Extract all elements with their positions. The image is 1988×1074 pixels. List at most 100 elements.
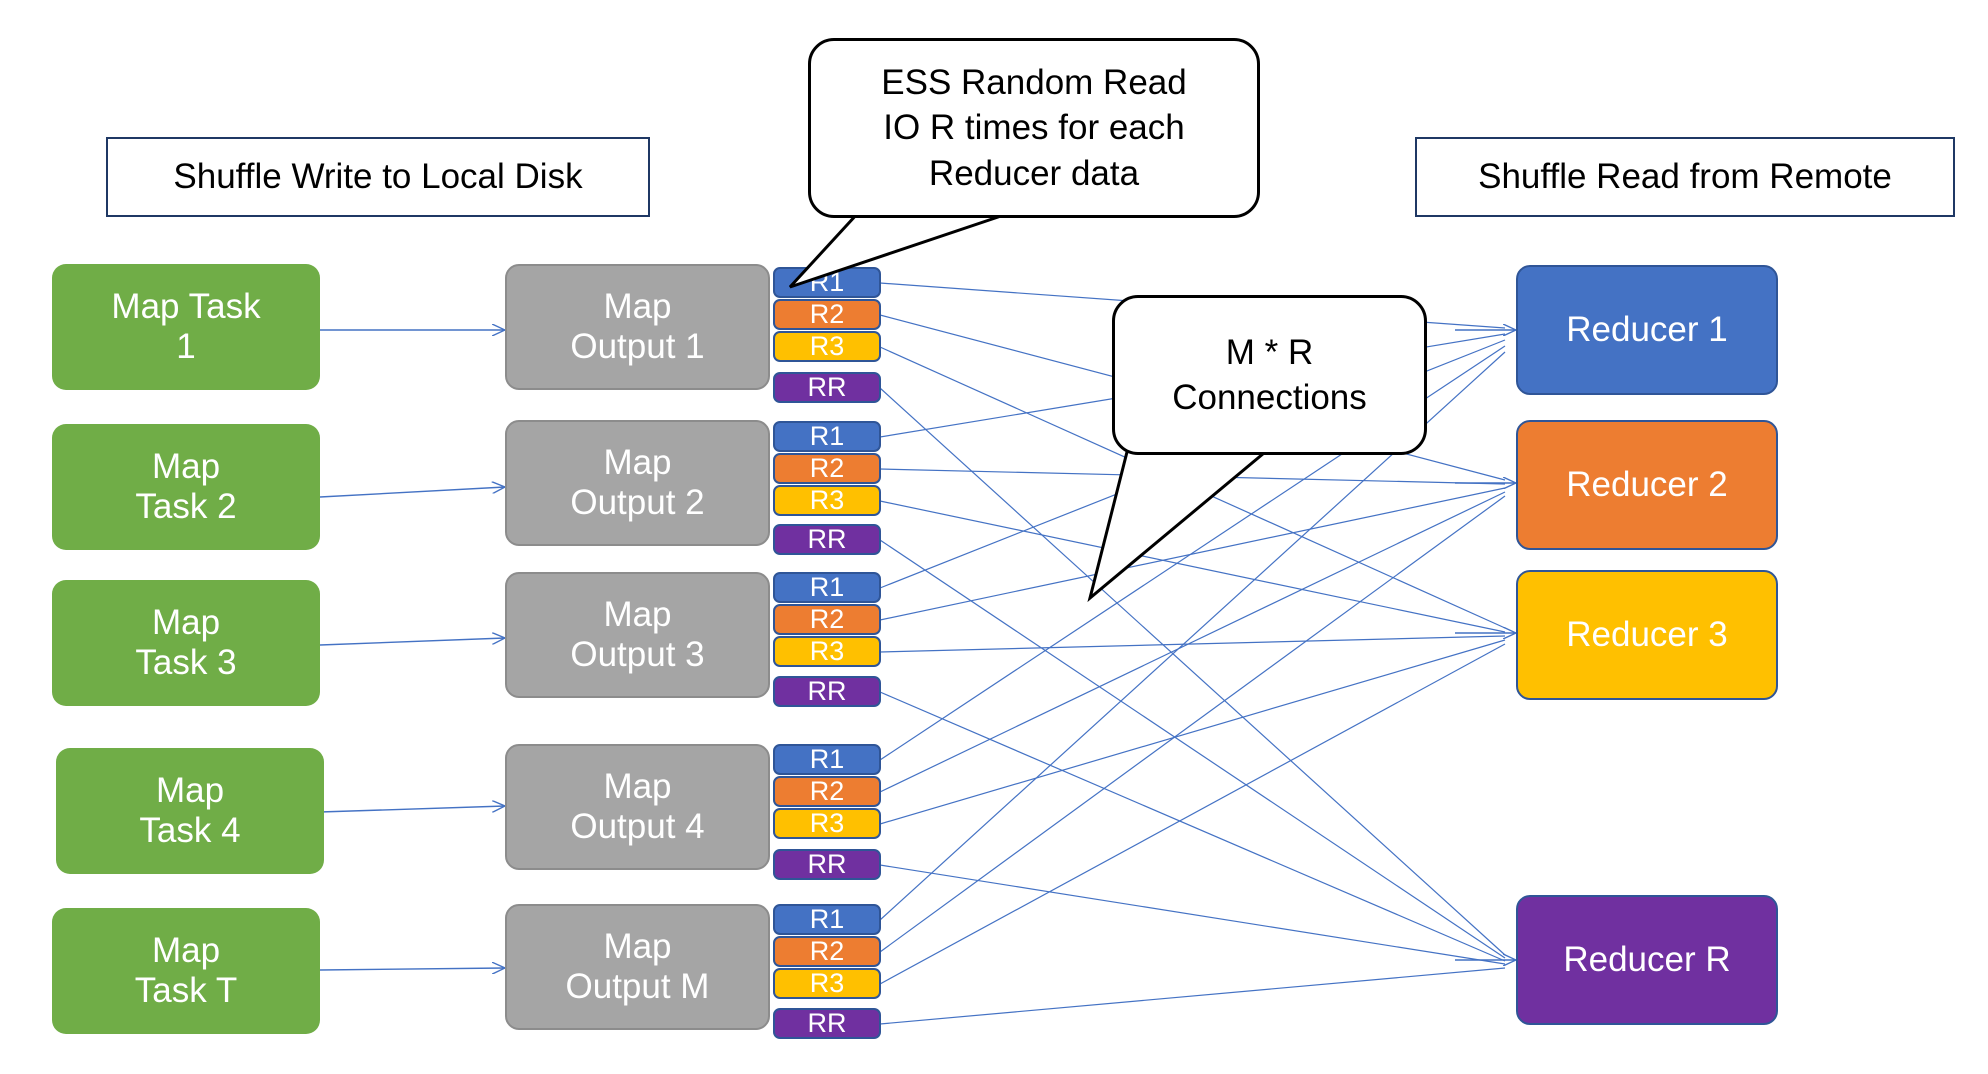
map-output-2-stripe-r3[interactable]: R3 [773,485,881,516]
map-output-1-line-2: Output 1 [570,327,705,366]
map-output-m-stripe-r2[interactable]: R2 [773,936,881,967]
map-task-to-output-arrows [319,330,505,970]
callout-ess-line-2: IO R times for each [883,108,1185,148]
callout-ess-line-3: Reducer data [928,153,1140,193]
map-output-2-stripe-r1-label: R1 [809,421,845,451]
map-output-1-stripe-rr[interactable]: RR [773,372,881,403]
map-task-4-line-2: Task 4 [139,811,241,850]
callout-ess-random-read: ESS Random Read IO R times for each Redu… [808,38,1260,218]
map-output-m-stripe-rr[interactable]: RR [773,1008,881,1039]
map-output-4-stripe-r3-label: R3 [809,808,845,838]
reducer-inbound-arrowheads [1455,330,1516,960]
map-output-1-stripe-rr-label: RR [807,372,847,402]
map-output-m-line-1: Map [603,926,672,966]
map-output-2-label: Map Output 2 [570,443,704,524]
map-task-3-line-1: Map [151,602,221,642]
map-output-2-line-2: Output 2 [570,483,705,522]
map-output-2-stripe-r3-label: R3 [809,485,845,515]
map-task-t[interactable]: Map Task T [52,908,320,1034]
map-task-1-line-1: Map Task [111,286,261,326]
map-output-1-line-1: Map [603,286,672,326]
map-output-3-stripe-r2-label: R2 [809,604,845,634]
map-output-m-stripe-r1-label: R1 [809,904,845,934]
map-task-2-line-1: Map [151,446,221,486]
map-task-t-line-1: Map [151,930,221,970]
map-output-2-stripe-rr[interactable]: RR [773,524,881,555]
map-output-3-line-2: Output 3 [570,635,705,674]
map-task-2[interactable]: Map Task 2 [52,424,320,550]
map-task-1-label: Map Task 1 [111,287,260,368]
map-output-2-stripe-r2[interactable]: R2 [773,453,881,484]
reducer-1-label: Reducer 1 [1566,309,1728,349]
map-task-t-label: Map Task T [135,931,237,1012]
ess-callout-tail [788,211,1011,289]
map-output-m-stripe-r3[interactable]: R3 [773,968,881,999]
reducer-2-label: Reducer 2 [1566,464,1728,504]
map-output-3-line-1: Map [603,594,672,634]
map-task-4-line-1: Map [155,770,225,810]
label-shuffle-read: Shuffle Read from Remote [1415,137,1955,217]
map-output-4[interactable]: Map Output 4 [505,744,770,870]
connections-callout-tail [1087,446,1275,603]
map-output-3-stripe-r1-label: R1 [809,572,845,602]
map-task-3[interactable]: Map Task 3 [52,580,320,706]
map-output-m-line-2: Output M [565,967,710,1006]
map-task-t-line-2: Task T [134,971,238,1010]
map-output-m[interactable]: Map Output M [505,904,770,1030]
map-output-m-stripe-rr-label: RR [807,1008,847,1038]
map-output-4-stripe-r1[interactable]: R1 [773,744,881,775]
reducer-3[interactable]: Reducer 3 [1516,570,1778,700]
reducer-1[interactable]: Reducer 1 [1516,265,1778,395]
map-output-1-stripe-r2[interactable]: R2 [773,299,881,330]
map-task-2-label: Map Task 2 [135,447,236,528]
map-output-1[interactable]: Map Output 1 [505,264,770,390]
reducer-3-label: Reducer 3 [1566,614,1728,654]
map-output-3-stripe-r1[interactable]: R1 [773,572,881,603]
map-output-4-stripe-r1-label: R1 [809,744,845,774]
map-output-3-label: Map Output 3 [570,595,704,676]
callout-connections-line-1: M * R [1225,332,1314,372]
map-output-4-stripe-r2-label: R2 [809,776,845,806]
map-output-m-stripe-r1[interactable]: R1 [773,904,881,935]
map-output-3-stripe-rr[interactable]: RR [773,676,881,707]
map-output-1-stripe-r3-label: R3 [809,331,845,361]
map-output-4-stripe-r3[interactable]: R3 [773,808,881,839]
map-output-m-stripe-r3-label: R3 [809,968,845,998]
map-task-1[interactable]: Map Task 1 [52,264,320,390]
map-task-3-line-2: Task 3 [135,643,237,682]
map-output-4-stripe-rr[interactable]: RR [773,849,881,880]
map-output-2-stripe-rr-label: RR [807,524,847,554]
map-output-4-stripe-r2[interactable]: R2 [773,776,881,807]
label-shuffle-read-text: Shuffle Read from Remote [1478,156,1892,196]
label-shuffle-write-text: Shuffle Write to Local Disk [173,156,583,196]
callout-mr-connections: M * R Connections [1112,295,1427,455]
map-task-4[interactable]: Map Task 4 [56,748,324,874]
map-output-3-stripe-r3-label: R3 [809,636,845,666]
map-output-m-stripe-r2-label: R2 [809,936,845,966]
reducer-r-label: Reducer R [1563,939,1731,979]
map-output-4-label: Map Output 4 [570,767,704,848]
map-output-3-stripe-r3[interactable]: R3 [773,636,881,667]
map-output-m-label: Map Output M [566,927,710,1008]
map-output-3-stripe-r2[interactable]: R2 [773,604,881,635]
map-output-3-stripe-rr-label: RR [807,676,847,706]
callout-connections-text-block: M * R Connections [1172,330,1367,421]
map-output-3[interactable]: Map Output 3 [505,572,770,698]
map-output-1-label: Map Output 1 [570,287,704,368]
map-output-2-stripe-r2-label: R2 [809,453,845,483]
map-output-4-stripe-rr-label: RR [807,849,847,879]
label-shuffle-write: Shuffle Write to Local Disk [106,137,650,217]
callout-ess-line-1: ESS Random Read [881,62,1187,102]
map-output-2[interactable]: Map Output 2 [505,420,770,546]
map-output-1-stripe-r2-label: R2 [809,299,845,329]
map-task-1-line-2: 1 [176,327,196,366]
map-task-3-label: Map Task 3 [135,603,236,684]
reducer-2[interactable]: Reducer 2 [1516,420,1778,550]
callout-ess-text-block: ESS Random Read IO R times for each Redu… [881,60,1186,197]
map-output-1-stripe-r3[interactable]: R3 [773,331,881,362]
reducer-r[interactable]: Reducer R [1516,895,1778,1025]
map-task-4-label: Map Task 4 [139,771,240,852]
map-task-2-line-2: Task 2 [135,487,237,526]
map-output-2-line-1: Map [603,442,672,482]
map-output-2-stripe-r1[interactable]: R1 [773,421,881,452]
